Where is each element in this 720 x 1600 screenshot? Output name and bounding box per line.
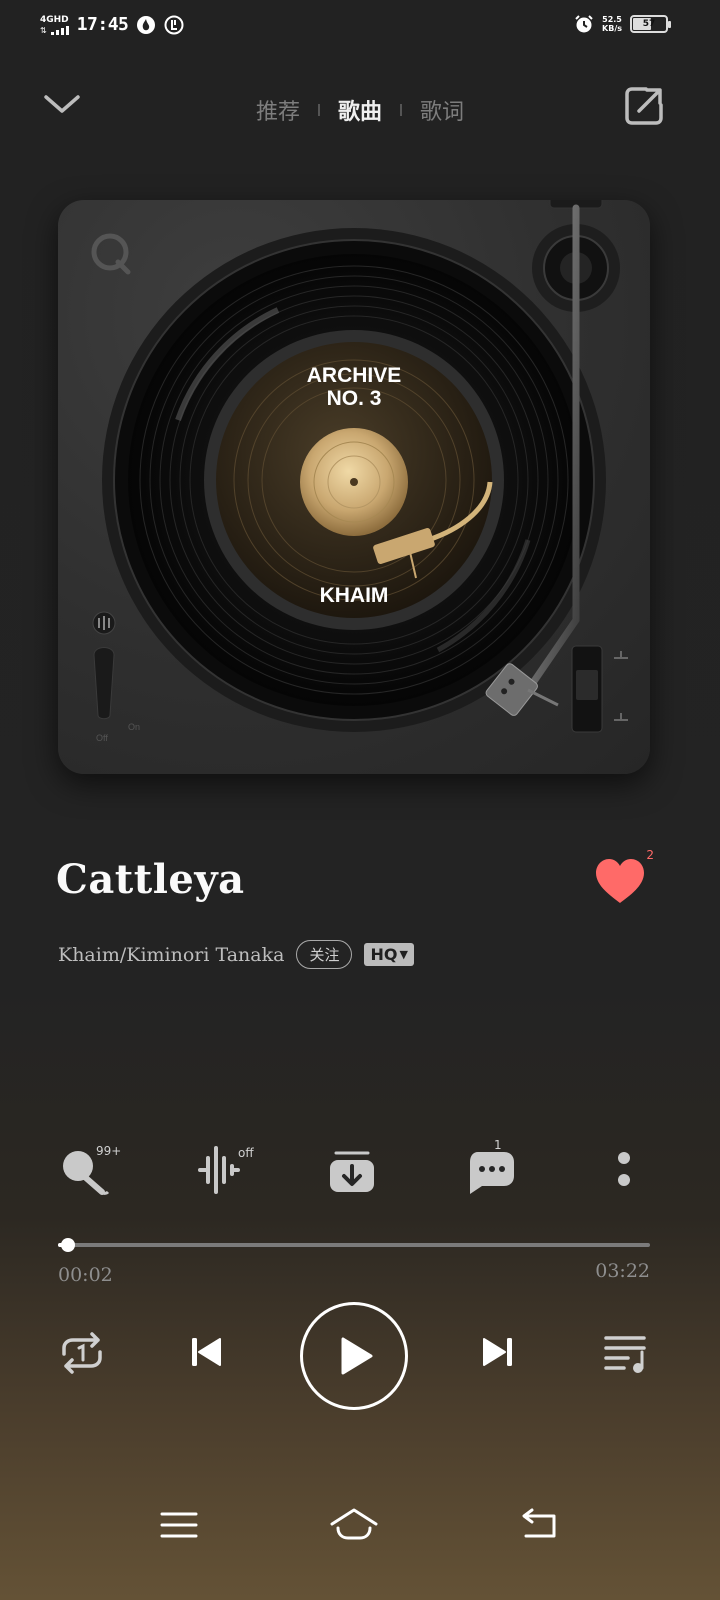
- like-button[interactable]: 2: [592, 848, 662, 908]
- share-icon[interactable]: [622, 84, 666, 128]
- tab-divider: [317, 104, 320, 116]
- record-label-artist: KHAIM: [320, 584, 389, 607]
- quality-button[interactable]: HQ ▼: [364, 943, 414, 966]
- sound-effect-button[interactable]: off: [194, 1140, 264, 1200]
- repeat-one-button[interactable]: [52, 1322, 112, 1382]
- download-button[interactable]: [322, 1140, 392, 1200]
- qq-music-logo: [91, 233, 131, 275]
- menu-icon: [160, 1512, 198, 1538]
- comment-count: 1: [494, 1138, 502, 1152]
- switch-off-label: Off: [96, 733, 108, 743]
- menu-nav-button[interactable]: [154, 1500, 204, 1550]
- play-button[interactable]: [300, 1302, 408, 1410]
- follow-button[interactable]: 关注: [296, 940, 353, 969]
- repeat-one-icon: [62, 1332, 102, 1374]
- like-count: 2: [646, 848, 654, 862]
- network-indicator: 4GHD ⇅: [40, 15, 69, 35]
- speed-unit: KB/s: [602, 24, 622, 33]
- skip-next-icon: [483, 1338, 512, 1366]
- sound-effect-state: off: [238, 1146, 254, 1160]
- tab-lyrics[interactable]: 歌词: [420, 94, 464, 126]
- power-switch[interactable]: [92, 611, 116, 720]
- network-speed: 52.5 KB/s: [602, 15, 622, 33]
- record-label-number: NO. 3: [327, 387, 382, 410]
- heart-icon: [596, 859, 644, 903]
- progress-track: [58, 1243, 650, 1247]
- next-button[interactable]: [468, 1322, 528, 1382]
- comment-button[interactable]: 1: [460, 1138, 530, 1200]
- network-type: 4GHD: [40, 14, 69, 25]
- tab-recommend[interactable]: 推荐: [256, 94, 300, 126]
- flame-icon: [137, 15, 156, 34]
- signal-icon: ⇅: [40, 25, 69, 35]
- alarm-icon: [575, 15, 593, 33]
- skip-previous-icon: [192, 1338, 221, 1366]
- more-vertical-icon: [618, 1152, 630, 1186]
- back-icon: [522, 1508, 556, 1538]
- data-usage-icon: [164, 15, 184, 34]
- previous-button[interactable]: [176, 1322, 236, 1382]
- status-left: 4GHD ⇅ 17:45: [40, 14, 184, 35]
- total-time: 03:22: [595, 1260, 650, 1282]
- switch-on-label: On: [128, 722, 140, 732]
- battery-level: 57: [642, 19, 656, 29]
- song-title: Cattleya: [56, 856, 245, 903]
- download-icon: [330, 1151, 374, 1192]
- clock: 17:45: [76, 14, 129, 35]
- speed-selector[interactable]: [571, 645, 628, 733]
- artist-name[interactable]: Khaim/Kiminori Tanaka: [58, 944, 284, 966]
- vinyl-record[interactable]: ARCHIVE NO. 3 KHAIM Off On: [58, 158, 650, 774]
- turntable: ARCHIVE NO. 3 KHAIM Off On: [58, 158, 650, 774]
- home-nav-button[interactable]: [328, 1500, 380, 1550]
- tab-divider: [400, 104, 402, 116]
- back-nav-button[interactable]: [514, 1500, 564, 1550]
- status-bar: 4GHD ⇅ 17:45 52.5 KB/s 57: [0, 0, 720, 56]
- home-icon: [330, 1508, 378, 1540]
- karaoke-count: 99+: [96, 1144, 122, 1158]
- speed-value: 52.5: [602, 15, 622, 24]
- comment-icon: [470, 1152, 514, 1194]
- caret-down-icon: ▼: [399, 948, 408, 961]
- karaoke-button[interactable]: 99+: [58, 1140, 128, 1200]
- top-tabs: 推荐 歌曲 歌词: [230, 90, 490, 130]
- playlist-icon: [604, 1336, 646, 1373]
- status-right: 52.5 KB/s 57: [574, 14, 671, 34]
- playlist-button[interactable]: [596, 1322, 656, 1382]
- artist-row: Khaim/Kiminori Tanaka 关注 HQ ▼: [58, 940, 414, 969]
- progress-slider[interactable]: [58, 1236, 650, 1254]
- tab-song[interactable]: 歌曲: [338, 94, 382, 126]
- more-button[interactable]: [594, 1140, 664, 1200]
- battery-icon: 57: [630, 15, 671, 33]
- quality-label: HQ: [370, 945, 398, 964]
- record-label-title: ARCHIVE: [307, 364, 402, 387]
- play-icon: [341, 1337, 373, 1375]
- current-time: 00:02: [58, 1264, 113, 1286]
- progress-knob[interactable]: [60, 1238, 75, 1252]
- collapse-chevron-icon[interactable]: [44, 92, 80, 116]
